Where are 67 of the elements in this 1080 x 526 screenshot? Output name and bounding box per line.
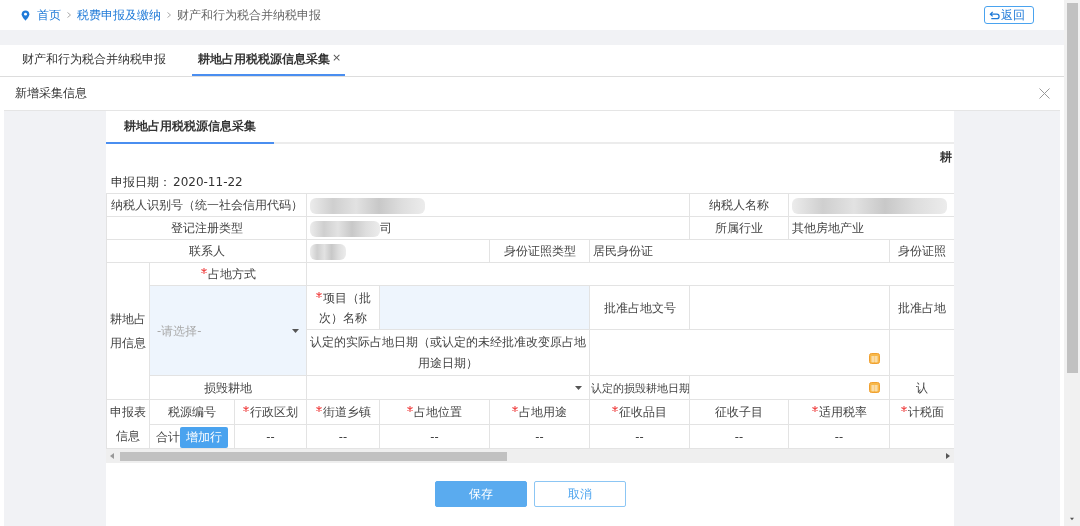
cancel-button[interactable]: 取消: [533, 481, 626, 507]
field-label: 联系人: [106, 239, 307, 263]
column-header: 占地用途: [489, 399, 590, 425]
date-value: 2020-11-22: [173, 175, 243, 189]
vertical-scrollbar[interactable]: [1064, 0, 1080, 526]
field-label: 占地方式: [149, 262, 307, 286]
field-label: 损毁耕地: [149, 375, 307, 400]
chevron-right-icon: [67, 12, 71, 18]
calendar-icon: [869, 353, 880, 364]
field-label: 纳税人名称: [689, 193, 789, 217]
column-header: 占地位置: [379, 399, 490, 425]
table-cell: --: [234, 424, 307, 449]
scroll-down-icon: [1070, 516, 1074, 522]
column-header: 征收子目: [689, 399, 789, 425]
group-label: 耕地占用信息: [106, 262, 150, 400]
select-field[interactable]: [306, 375, 590, 400]
horizontal-scrollbar[interactable]: [106, 449, 954, 463]
field-label: 纳税人识别号（统一社会信用代码）: [106, 193, 307, 217]
table-cell: --: [306, 424, 380, 449]
table-cell: --: [489, 424, 590, 449]
date-label: 申报日期：: [111, 173, 171, 191]
return-arrow-icon: [989, 9, 1000, 21]
back-button[interactable]: 返回: [984, 6, 1034, 24]
field-label: 身份证照类型: [489, 239, 590, 263]
input-field[interactable]: [689, 285, 890, 330]
table-cell: --: [589, 424, 690, 449]
table-cell: --: [379, 424, 490, 449]
form-tab[interactable]: 耕地占用税税源信息采集: [106, 111, 274, 144]
chevron-right-icon: [167, 12, 171, 18]
column-header: 街道乡镇: [306, 399, 380, 425]
scrollbar-thumb[interactable]: [120, 451, 507, 461]
field-value: 居民身份证: [589, 239, 890, 263]
close-icon: [1039, 88, 1050, 99]
tab-close-button[interactable]: ×: [332, 51, 342, 64]
field-label: 认定的实际占地日期（或认定的未经批准改变原占地用途日期）: [306, 329, 590, 376]
field-label: 登记注册类型: [106, 216, 307, 240]
table-cell: --: [689, 424, 789, 449]
column-header: 适用税率: [788, 399, 890, 425]
caret-icon: [292, 328, 299, 333]
tab[interactable]: 财产和行为税合并纳税申报: [18, 45, 170, 76]
input-field[interactable]: [379, 285, 590, 330]
add-row-button[interactable]: 增加行: [180, 426, 228, 448]
location-pin-icon: [20, 9, 31, 21]
column-header: 税源编号: [149, 399, 235, 425]
calendar-icon: [869, 382, 880, 393]
group-label: 申报表信息: [106, 399, 150, 449]
save-button[interactable]: 保存: [434, 481, 527, 507]
breadcrumb-link[interactable]: 首页: [37, 6, 61, 24]
column-header: 征收品目: [589, 399, 690, 425]
field-label: 项目（批次）名称: [306, 285, 380, 330]
field-label: 批准占地文号: [589, 285, 690, 330]
scroll-right-icon: [946, 453, 950, 459]
total-label: 合计: [156, 429, 180, 444]
dialog-title: 新增采集信息: [15, 85, 87, 102]
table-cell: --: [788, 424, 890, 449]
field-label: 认定的损毁耕地日期: [589, 375, 690, 400]
tab[interactable]: 耕地占用税税源信息采集 ×: [192, 45, 346, 76]
field-value: 司: [306, 216, 690, 240]
scrollbar-thumb[interactable]: [1066, 3, 1078, 373]
field-label: 所属行业: [689, 216, 789, 240]
column-header: 行政区划: [234, 399, 307, 425]
caret-icon: [575, 385, 582, 390]
date-field[interactable]: [689, 375, 890, 400]
breadcrumb-link[interactable]: 税费申报及缴纳: [77, 6, 161, 24]
scroll-left-icon: [110, 453, 114, 459]
form-heading: 耕: [940, 149, 952, 166]
date-field[interactable]: [589, 329, 890, 376]
